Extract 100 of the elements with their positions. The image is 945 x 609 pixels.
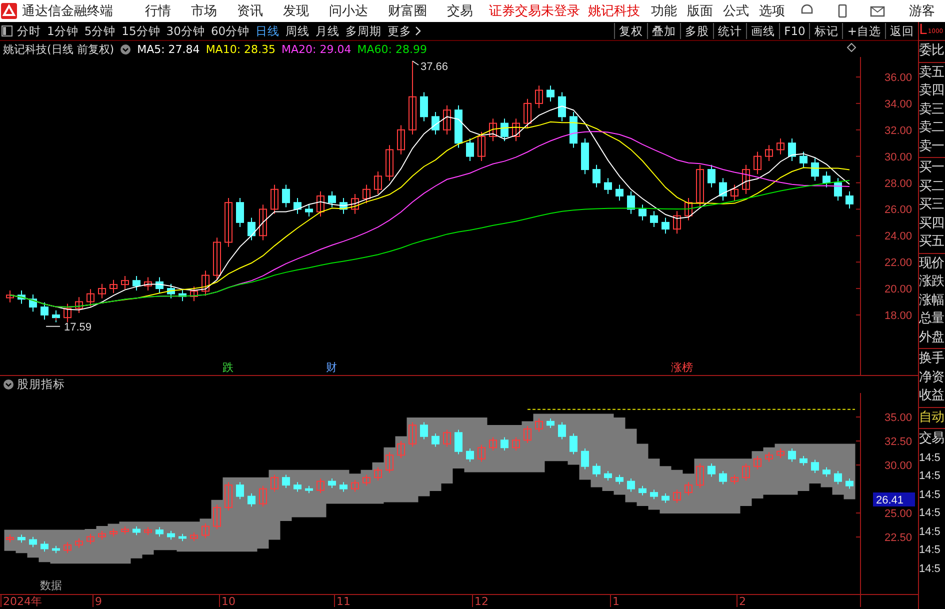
- quote-label: 买四: [919, 214, 945, 232]
- candlestick: [454, 104, 462, 148]
- candlestick: [6, 290, 14, 303]
- axis-tick-label: 24.00: [884, 230, 912, 243]
- toolbar-button[interactable]: 多股: [680, 23, 714, 39]
- toolbar-button[interactable]: 画线: [746, 23, 780, 39]
- candlestick: [754, 455, 762, 470]
- candlestick: [432, 112, 440, 135]
- candlestick: [535, 418, 543, 432]
- candlestick: [236, 482, 244, 500]
- candlestick: [719, 178, 727, 202]
- signal-label: 跌: [222, 362, 234, 374]
- menu-item[interactable]: 功能: [646, 2, 682, 20]
- menu-item[interactable]: 问小达: [319, 2, 378, 20]
- axis-tick-label: 34.00: [884, 98, 912, 110]
- candlestick: [29, 536, 37, 548]
- candlestick: [834, 178, 842, 202]
- menu-item[interactable]: 行情: [135, 2, 181, 20]
- leader-line: [412, 60, 419, 66]
- period-tab[interactable]: 分时: [14, 24, 44, 38]
- user-button[interactable]: 游客: [895, 2, 945, 20]
- candlestick: [52, 310, 60, 323]
- diamond-icon[interactable]: [847, 43, 856, 52]
- trade-time: 14:5: [919, 506, 942, 521]
- caret-icon[interactable]: [414, 26, 422, 36]
- candlestick: [846, 478, 854, 490]
- candlestick: [282, 474, 290, 488]
- candlestick: [546, 418, 554, 429]
- price-extreme-label: 17.59: [64, 321, 92, 334]
- candlestick: [98, 530, 106, 540]
- candlestick: [811, 158, 819, 182]
- candlestick: [64, 542, 72, 554]
- quote-label: 买一: [919, 159, 945, 177]
- candlestick: [64, 303, 72, 323]
- quote-label: 买五: [919, 233, 945, 251]
- menu-item[interactable]: 交易: [437, 2, 483, 20]
- period-tab[interactable]: 1分钟: [44, 24, 82, 38]
- candlestick: [478, 444, 486, 462]
- candlestick: [316, 190, 324, 217]
- date-axis-label: 1: [612, 595, 620, 607]
- menu-item[interactable]: 选项: [754, 2, 790, 20]
- trade-time: 14:5: [919, 562, 942, 576]
- candlestick: [604, 178, 612, 194]
- period-tab[interactable]: 5分钟: [81, 24, 119, 38]
- candlestick: [788, 448, 796, 462]
- candlestick: [29, 294, 37, 312]
- panel-toggle-icon[interactable]: [0, 25, 14, 37]
- toolbar-button[interactable]: 叠加: [647, 23, 680, 39]
- period-tab[interactable]: 更多: [384, 24, 415, 38]
- toolbar-button[interactable]: 标记: [809, 23, 842, 39]
- candlestick: [224, 197, 232, 248]
- mode-label[interactable]: L: [919, 22, 927, 38]
- moving-average-label: MA60: 28.99: [357, 42, 427, 56]
- trade-time: 14:5: [919, 543, 942, 558]
- quote-label: 换手: [919, 350, 945, 368]
- candlestick: [156, 276, 164, 294]
- candlestick: [328, 478, 336, 488]
- price-extreme-label: 37.66: [420, 61, 448, 73]
- axis-tick-label: 30.00: [884, 151, 912, 164]
- leader-line: [46, 326, 60, 327]
- period-tab[interactable]: 周线: [282, 24, 313, 38]
- menu-item[interactable]: 市场: [181, 2, 227, 20]
- period-tab[interactable]: 15分钟: [118, 24, 164, 38]
- period-tab[interactable]: 多周期: [342, 24, 385, 38]
- candlestick: [236, 197, 244, 228]
- candlestick: [627, 478, 635, 492]
- candlestick: [662, 492, 670, 504]
- chevron-circle-icon[interactable]: [120, 44, 132, 54]
- candlestick: [466, 138, 474, 162]
- candlestick: [673, 210, 681, 234]
- candlestick: [581, 138, 589, 175]
- menu-item[interactable]: 资讯: [227, 2, 273, 20]
- candlestick: [776, 138, 784, 155]
- candlestick: [386, 452, 394, 474]
- candlestick: [512, 118, 520, 142]
- candlestick: [466, 448, 474, 462]
- candlestick: [708, 462, 716, 478]
- menu-item[interactable]: 财富圈: [378, 2, 437, 20]
- candlestick: [811, 459, 819, 474]
- toolbar-button[interactable]: F10: [779, 23, 810, 39]
- toolbar-button[interactable]: +自选: [842, 23, 885, 39]
- candlestick: [351, 194, 359, 214]
- date-axis-label: 9: [95, 595, 102, 607]
- candlestick: [432, 433, 440, 448]
- menu-item[interactable]: 公式: [718, 2, 754, 20]
- period-tab[interactable]: 月线: [312, 24, 343, 38]
- candlestick: [742, 164, 750, 194]
- toolbar-button[interactable]: 统计: [713, 23, 746, 39]
- axis-tick-label: 22.50: [884, 532, 912, 544]
- menu-item[interactable]: 版面: [682, 2, 718, 20]
- menu-item[interactable]: 发现: [273, 2, 319, 20]
- quote-label: 自动: [919, 408, 945, 426]
- toolbar-button[interactable]: 复权: [614, 23, 648, 39]
- period-tab[interactable]: 60分钟: [208, 24, 253, 38]
- candlestick: [846, 190, 854, 210]
- candlestick: [132, 275, 140, 291]
- candlestick: [489, 118, 497, 142]
- chevron-circle-icon[interactable]: [3, 379, 14, 390]
- period-tab[interactable]: 30分钟: [163, 24, 208, 38]
- period-tab[interactable]: 日线: [252, 24, 283, 38]
